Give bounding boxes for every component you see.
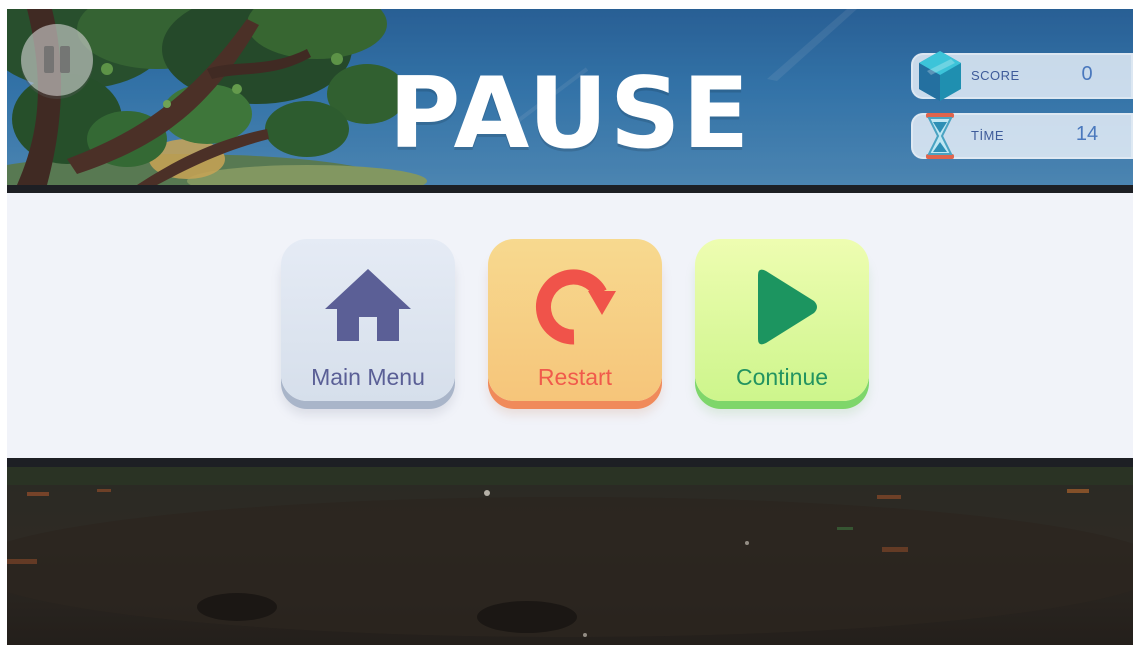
sky-tree-background: PAUSE SCORE 0 TİME 14 [7,9,1133,185]
time-label: TİME [971,128,1005,143]
home-icon [325,269,411,341]
continue-button[interactable]: Continue [695,239,869,401]
game-viewport: PAUSE SCORE 0 TİME 14 Main Menu Restart … [7,9,1133,645]
main-menu-label: Main Menu [311,364,425,390]
time-value: 14 [1075,123,1099,145]
restart-icon [536,269,616,345]
ground-scenery [7,467,1133,637]
score-value: 0 [1081,63,1093,85]
play-icon [758,269,817,345]
ground-background [7,467,1133,645]
restart-label: Restart [537,364,613,390]
restart-button[interactable]: Restart [488,239,662,401]
time-panel: TİME 14 [911,113,1133,159]
cube-gem-icon [919,51,961,101]
score-label: SCORE [971,68,1020,83]
main-menu-button[interactable]: Main Menu [281,239,455,401]
continue-label: Continue [735,364,829,390]
hourglass-icon [926,113,954,159]
pause-menu-panel: Main Menu Restart Continue [7,193,1133,458]
score-panel: SCORE 0 [911,51,1133,101]
